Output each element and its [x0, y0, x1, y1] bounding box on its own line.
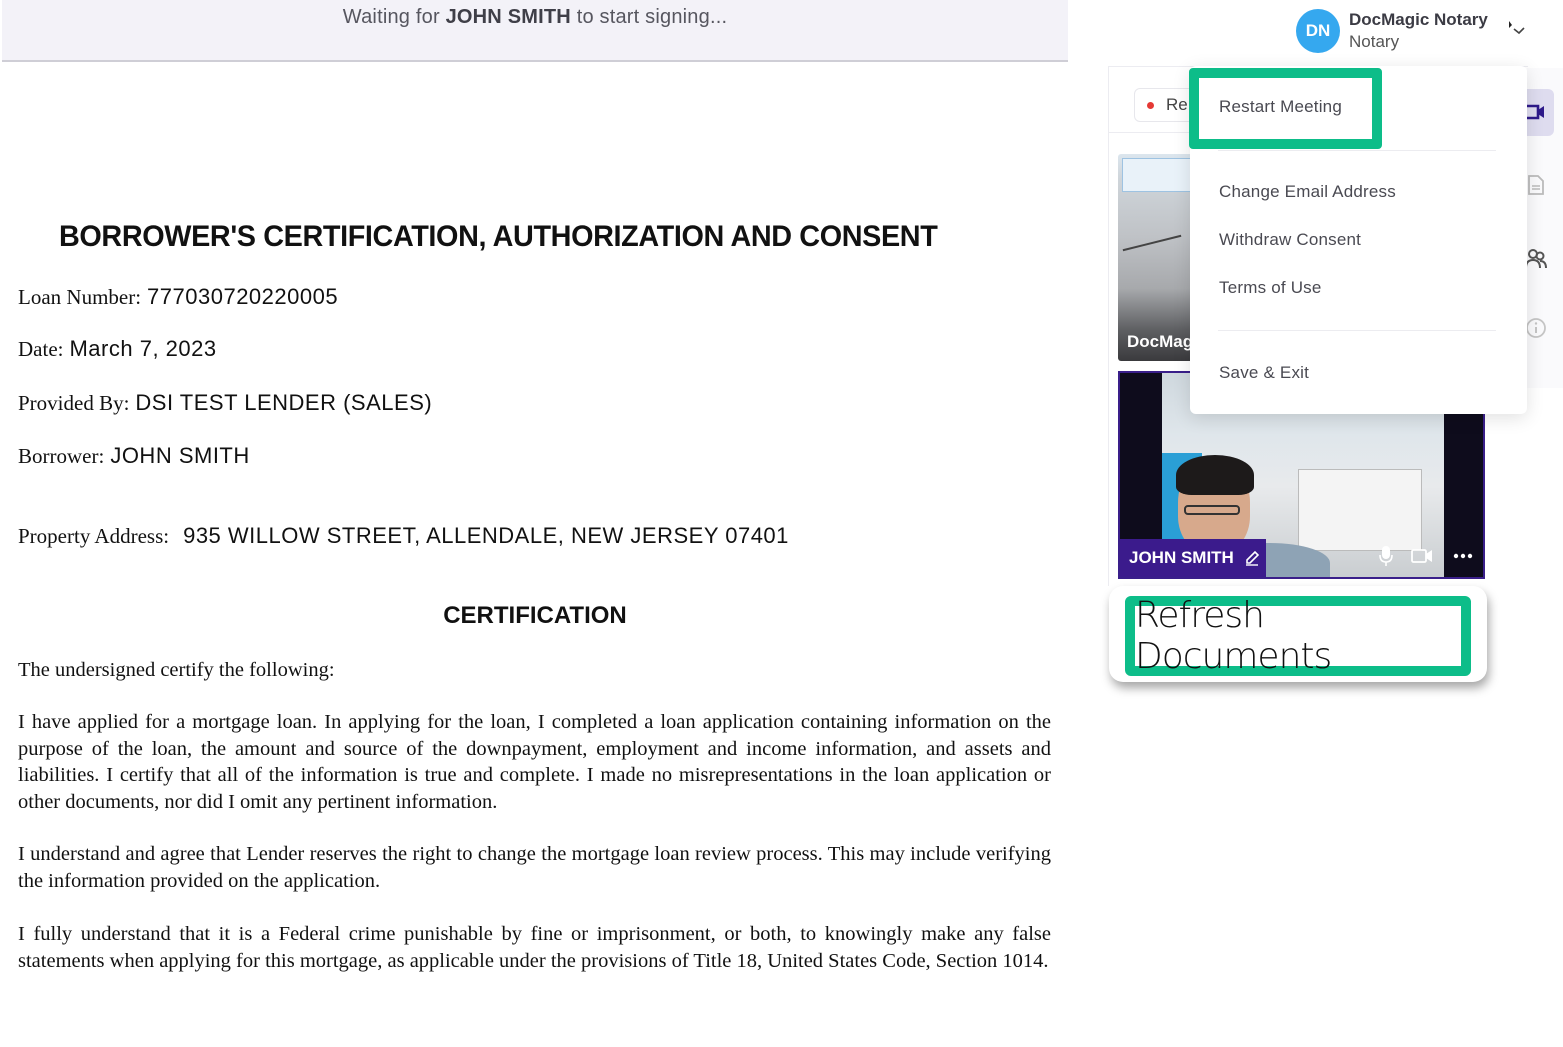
- document-icon[interactable]: [1525, 174, 1547, 196]
- user-profile-menu[interactable]: DN DocMagic Notary Notary: [1296, 6, 1488, 56]
- more-options-button[interactable]: [1451, 545, 1475, 567]
- video-frame: [1184, 505, 1240, 515]
- field-label: Borrower:: [18, 444, 105, 468]
- participant-name: DocMag: [1127, 332, 1194, 351]
- record-label: Re: [1166, 95, 1188, 114]
- field-value: March 7, 2023: [69, 336, 217, 361]
- microphone-icon: [1379, 546, 1393, 566]
- user-role: Notary: [1349, 32, 1400, 51]
- status-prefix: Waiting for: [342, 6, 440, 28]
- status-signer-name: JOHN SMITH: [445, 6, 571, 28]
- date-field: Date: March 7, 2023: [18, 336, 217, 362]
- field-value: JOHN SMITH: [110, 443, 250, 468]
- menu-item-save-exit[interactable]: Save & Exit: [1219, 363, 1309, 383]
- field-label: Provided By:: [18, 391, 130, 415]
- participants-icon[interactable]: [1525, 248, 1547, 270]
- camera-button[interactable]: [1410, 545, 1434, 567]
- refresh-documents-button[interactable]: Refresh Documents: [1125, 595, 1471, 677]
- field-label: Date:: [18, 337, 64, 361]
- certification-heading: CERTIFICATION: [443, 602, 627, 629]
- more-horizontal-icon: [1453, 553, 1473, 559]
- video-frame: [1298, 469, 1422, 551]
- video-tile-notary[interactable]: DocMag: [1118, 154, 1198, 361]
- menu-item-terms-of-use[interactable]: Terms of Use: [1219, 278, 1322, 298]
- paragraph: The undersigned certify the following:: [18, 659, 335, 681]
- paragraph: I have applied for a mortgage loan. In a…: [18, 711, 1051, 813]
- loan-number-field: Loan Number: 777030720220005: [18, 284, 338, 310]
- video-camera-icon: [1411, 549, 1432, 563]
- menu-divider: [1218, 330, 1496, 331]
- user-name: DocMagic Notary: [1349, 10, 1488, 29]
- document-viewer[interactable]: BORROWER'S CERTIFICATION, AUTHORIZATION …: [0, 64, 1070, 1047]
- avatar: DN: [1296, 9, 1340, 53]
- participant-name-tag[interactable]: JOHN SMITH: [1120, 539, 1266, 577]
- paragraph: I fully understand that it is a Federal …: [18, 923, 1051, 972]
- info-icon[interactable]: [1525, 317, 1547, 339]
- field-value: 935 WILLOW STREET, ALLENDALE, NEW JERSEY…: [183, 523, 789, 548]
- menu-item-change-email[interactable]: Change Email Address: [1219, 182, 1396, 202]
- video-icon[interactable]: [1525, 101, 1547, 123]
- edit-pencil-icon[interactable]: [1244, 550, 1260, 566]
- user-info: DocMagic Notary Notary: [1349, 9, 1488, 53]
- field-label: Property Address:: [18, 524, 170, 548]
- status-suffix: to start signing...: [576, 6, 728, 28]
- field-value: DSI TEST LENDER (SALES): [135, 390, 433, 415]
- chevron-down-icon[interactable]: [1508, 18, 1526, 36]
- video-frame: [1122, 234, 1182, 252]
- borrower-field: Borrower: JOHN SMITH: [18, 443, 250, 469]
- microphone-button[interactable]: [1374, 545, 1398, 567]
- field-label: Loan Number:: [18, 285, 142, 309]
- menu-item-restart-meeting[interactable]: Restart Meeting: [1219, 97, 1342, 117]
- video-frame: [1122, 158, 1192, 192]
- menu-divider: [1218, 150, 1496, 151]
- signing-status-bar: Waiting for JOHN SMITH to start signing.…: [2, 0, 1068, 62]
- recording-dot-icon: [1147, 101, 1154, 109]
- field-value: 777030720220005: [147, 284, 339, 309]
- paragraph: I understand and agree that Lender reser…: [18, 843, 1051, 892]
- property-address-field: Property Address: 935 WILLOW STREET, ALLE…: [18, 523, 789, 549]
- provided-by-field: Provided By: DSI TEST LENDER (SALES): [18, 390, 432, 416]
- menu-item-withdraw-consent[interactable]: Withdraw Consent: [1219, 230, 1361, 250]
- document-title: BORROWER'S CERTIFICATION, AUTHORIZATION …: [59, 220, 938, 253]
- divider: [1108, 132, 1190, 133]
- participant-name: JOHN SMITH: [1129, 548, 1234, 567]
- video-frame: [1176, 455, 1254, 495]
